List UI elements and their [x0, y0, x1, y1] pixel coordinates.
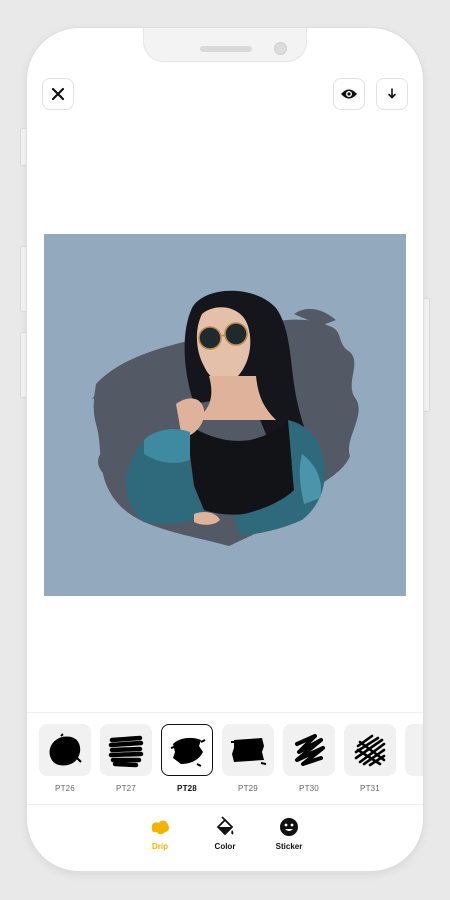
speaker-grille [200, 46, 252, 52]
download-icon [388, 88, 396, 99]
brush-item-pt29[interactable]: PT29 [222, 724, 274, 793]
drip-icon [130, 816, 190, 838]
smiley-sticker-icon [259, 816, 319, 838]
brush-pt26-icon [49, 733, 82, 766]
panel-divider-top [27, 712, 423, 713]
brush-tile [222, 724, 274, 776]
brush-item-pt27[interactable]: PT27 [100, 724, 152, 793]
tab-label: Sticker [275, 842, 303, 851]
tab-label: Drip [152, 842, 168, 851]
power-button [422, 298, 430, 412]
panel-divider-bottom [27, 804, 423, 805]
phone-frame: PT26 PT27 PT28 PT29 PT30 PT31 Drip Color… [27, 28, 423, 871]
phone-notch [143, 28, 307, 62]
brush-label: PT27 [116, 784, 136, 793]
brush-tile [161, 724, 213, 776]
tab-sticker[interactable]: Sticker [259, 816, 319, 851]
paint-bucket-icon [195, 816, 255, 838]
eye-icon [341, 89, 357, 99]
brush-tile [344, 724, 396, 776]
brush-tile [283, 724, 335, 776]
brush-label: PT28 [177, 784, 197, 793]
brush-label: PT29 [238, 784, 258, 793]
brush-pt27-icon [108, 735, 144, 768]
brush-tile [405, 724, 423, 776]
tab-label: Color [214, 842, 236, 851]
brush-label: PT26 [55, 784, 75, 793]
preview-button[interactable] [333, 78, 365, 110]
brush-item-pt26[interactable]: PT26 [39, 724, 91, 793]
brush-pt31-icon [354, 734, 386, 767]
close-button[interactable] [42, 78, 74, 110]
brush-item-partial[interactable] [405, 724, 423, 776]
close-icon [51, 87, 65, 101]
brush-pt29-icon [231, 738, 267, 765]
brush-item-pt30[interactable]: PT30 [283, 724, 335, 793]
brush-selector: PT26 PT27 PT28 PT29 PT30 PT31 [39, 724, 423, 796]
photo-canvas[interactable] [44, 234, 406, 596]
brush-label: PT30 [299, 784, 319, 793]
brush-tile [100, 724, 152, 776]
front-camera [274, 42, 287, 55]
tab-color[interactable]: Color [195, 816, 255, 851]
tab-drip[interactable]: Drip [130, 816, 190, 851]
brush-item-pt31[interactable]: PT31 [344, 724, 396, 793]
brush-pt30-icon [295, 734, 325, 766]
brush-pt28-icon [170, 737, 206, 767]
brush-label: PT31 [360, 784, 380, 793]
download-button[interactable] [376, 78, 408, 110]
brush-mask-artwork [92, 290, 359, 546]
brush-item-pt28[interactable]: PT28 [161, 724, 213, 793]
brush-tile [39, 724, 91, 776]
